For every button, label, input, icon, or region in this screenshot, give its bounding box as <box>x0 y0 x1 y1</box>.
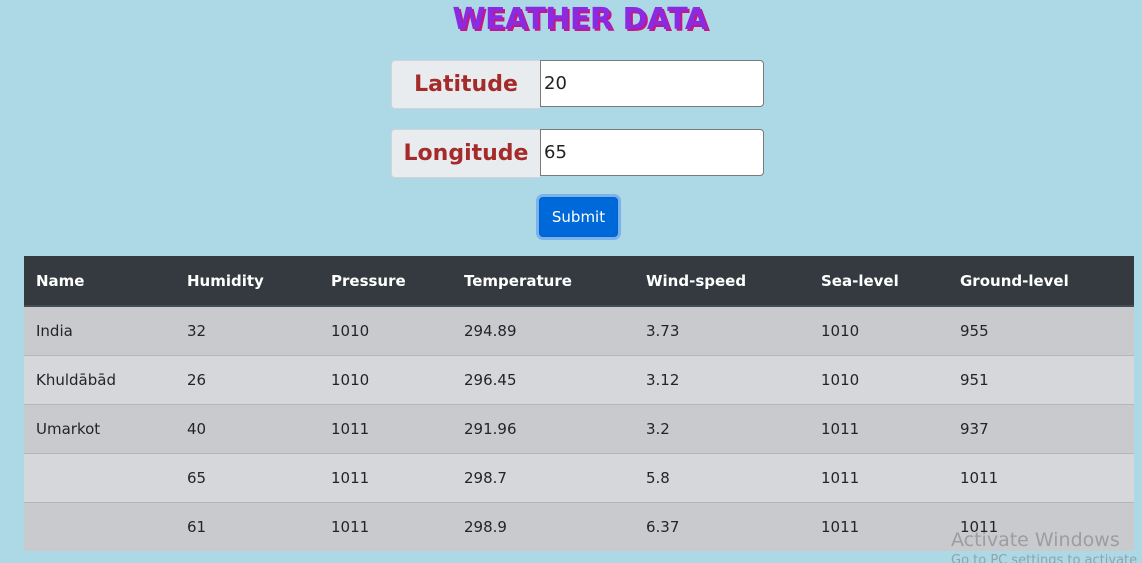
cell-ground-level: 951 <box>948 354 1134 404</box>
header-wind-speed: Wind-speed <box>634 256 809 307</box>
cell-ground-level: 937 <box>948 403 1134 453</box>
cell-pressure: 1011 <box>319 403 452 453</box>
latitude-input[interactable] <box>540 60 764 107</box>
table-header-row: Name Humidity Pressure Temperature Wind-… <box>24 256 1134 307</box>
cell-sea-level: 1011 <box>809 452 948 502</box>
cell-sea-level: 1011 <box>809 403 948 453</box>
longitude-row: Longitude <box>391 129 764 178</box>
cell-humidity: 40 <box>175 403 319 453</box>
cell-sea-level: 1010 <box>809 354 948 404</box>
cell-name: Umarkot <box>24 403 175 453</box>
cell-pressure: 1010 <box>319 305 452 355</box>
weather-page: WEATHER DATA Latitude Longitude Submit N… <box>0 0 1142 563</box>
longitude-label: Longitude <box>391 129 540 178</box>
table-row: India 32 1010 294.89 3.73 1010 955 <box>24 305 1134 355</box>
cell-sea-level: 1011 <box>809 501 948 551</box>
cell-ground-level: 1011 <box>948 452 1134 502</box>
header-ground-level: Ground-level <box>948 256 1134 307</box>
cell-humidity: 65 <box>175 452 319 502</box>
cell-temperature: 298.7 <box>452 452 634 502</box>
cell-pressure: 1011 <box>319 501 452 551</box>
cell-pressure: 1011 <box>319 452 452 502</box>
cell-name: India <box>24 305 175 355</box>
submit-button[interactable]: Submit <box>539 197 618 237</box>
cell-wind-speed: 3.73 <box>634 305 809 355</box>
cell-temperature: 294.89 <box>452 305 634 355</box>
cell-sea-level: 1010 <box>809 305 948 355</box>
cell-temperature: 291.96 <box>452 403 634 453</box>
cell-wind-speed: 3.2 <box>634 403 809 453</box>
cell-wind-speed: 6.37 <box>634 501 809 551</box>
activate-windows-subtext: Go to PC settings to activate <box>951 553 1138 563</box>
table-row: Khuldābād 26 1010 296.45 3.12 1010 951 <box>24 354 1134 404</box>
header-pressure: Pressure <box>319 256 452 307</box>
cell-humidity: 61 <box>175 501 319 551</box>
cell-temperature: 298.9 <box>452 501 634 551</box>
header-sea-level: Sea-level <box>809 256 948 307</box>
table-row: Umarkot 40 1011 291.96 3.2 1011 937 <box>24 403 1134 453</box>
cell-ground-level: 1011 <box>948 501 1134 551</box>
cell-wind-speed: 3.12 <box>634 354 809 404</box>
longitude-input[interactable] <box>540 129 764 176</box>
cell-ground-level: 955 <box>948 305 1134 355</box>
cell-name <box>24 501 175 551</box>
latitude-row: Latitude <box>391 60 764 109</box>
cell-humidity: 32 <box>175 305 319 355</box>
cell-name <box>24 452 175 502</box>
header-temperature: Temperature <box>452 256 634 307</box>
cell-temperature: 296.45 <box>452 354 634 404</box>
weather-table: Name Humidity Pressure Temperature Wind-… <box>24 256 1134 551</box>
cell-wind-speed: 5.8 <box>634 452 809 502</box>
latitude-label: Latitude <box>391 60 540 109</box>
cell-name: Khuldābād <box>24 354 175 404</box>
page-title: WEATHER DATA <box>452 2 708 37</box>
table-row: 61 1011 298.9 6.37 1011 1011 <box>24 501 1134 551</box>
header-name: Name <box>24 256 175 307</box>
cell-humidity: 26 <box>175 354 319 404</box>
cell-pressure: 1010 <box>319 354 452 404</box>
header-humidity: Humidity <box>175 256 319 307</box>
table-row: 65 1011 298.7 5.8 1011 1011 <box>24 452 1134 502</box>
